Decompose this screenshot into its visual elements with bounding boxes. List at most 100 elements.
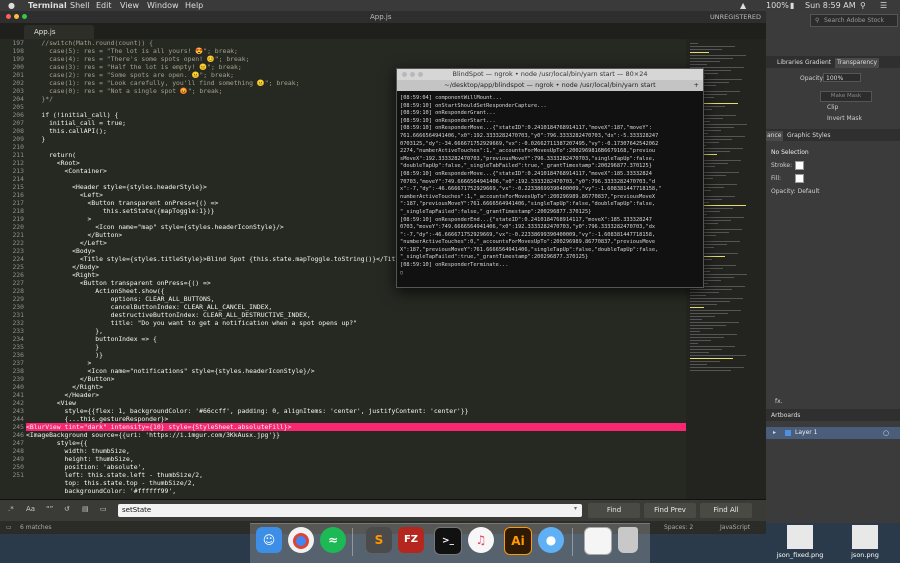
code-line[interactable]: style={{flex: 1, backgroundColor: '#66cc… bbox=[26, 407, 686, 415]
minimap-line bbox=[690, 370, 731, 371]
code-line[interactable]: destructiveButtonIndex: CLEAR_ALL_DESTRU… bbox=[26, 311, 686, 319]
code-line[interactable]: <Icon name="notifications" style={styles… bbox=[26, 367, 686, 375]
terminal-icon[interactable]: >_ bbox=[434, 527, 462, 555]
desktop-file[interactable]: json.png bbox=[835, 525, 895, 559]
code-line[interactable]: position: 'absolute', bbox=[26, 463, 686, 471]
code-line[interactable]: style={{ bbox=[26, 439, 686, 447]
sublime-icon[interactable]: S bbox=[366, 527, 392, 553]
code-line[interactable]: } bbox=[26, 343, 686, 351]
code-line[interactable]: case(4): res = "There's some spots open!… bbox=[26, 55, 686, 63]
menu-item-window[interactable]: Window bbox=[147, 0, 179, 11]
code-line[interactable]: width: thumbSize, bbox=[26, 447, 686, 455]
fx-button[interactable]: fx. bbox=[775, 397, 783, 406]
battery-icon[interactable]: ▮ bbox=[790, 0, 794, 11]
menu-item-terminal[interactable]: Terminal bbox=[28, 0, 67, 11]
tab-graphic-styles[interactable]: Graphic Styles bbox=[787, 131, 830, 141]
close-icon[interactable] bbox=[6, 14, 11, 19]
find-input[interactable]: setState bbox=[118, 504, 582, 517]
clip-checkbox[interactable]: Clip bbox=[827, 103, 838, 112]
indentation-setting[interactable]: Spaces: 2 bbox=[664, 521, 693, 534]
tab-appearance[interactable]: ance bbox=[765, 131, 784, 141]
minimap-line bbox=[690, 307, 704, 308]
spotlight-icon[interactable]: ⚲ bbox=[860, 0, 866, 11]
syntax-setting[interactable]: JavaScript bbox=[720, 521, 750, 534]
stroke-swatch[interactable] bbox=[795, 161, 804, 170]
layer-target-icon[interactable]: ○ bbox=[883, 427, 889, 439]
code-line[interactable]: )} bbox=[26, 351, 686, 359]
layer-row[interactable]: ▸ Layer 1 ○ bbox=[765, 427, 900, 439]
code-line[interactable]: <BlurView tint="dark" intensity={10} sty… bbox=[26, 423, 686, 431]
terminal-window[interactable]: BlindSpot — ngrok • node /usr/local/bin/… bbox=[396, 68, 704, 288]
tab-libraries[interactable]: Libraries bbox=[777, 58, 803, 68]
battery-percent[interactable]: 100% bbox=[766, 0, 789, 11]
invert-mask-checkbox[interactable]: Invert Mask bbox=[827, 114, 862, 123]
terminal-tab[interactable]: ~/desktop/app/blindspot — ngrok • node /… bbox=[397, 80, 703, 91]
code-line[interactable]: case(5): res = "The lot is all yours! 😍"… bbox=[26, 47, 686, 55]
make-mask-button[interactable]: Make Mask bbox=[820, 91, 872, 102]
menu-item-view[interactable]: View bbox=[120, 0, 139, 11]
notification-center-icon[interactable]: ☰ bbox=[880, 0, 887, 11]
filezilla-icon[interactable]: FZ bbox=[398, 527, 424, 553]
code-line[interactable]: > bbox=[26, 359, 686, 367]
chrome-icon[interactable] bbox=[288, 527, 314, 553]
code-line[interactable]: </Right> bbox=[26, 383, 686, 391]
opacity-field[interactable]: 100% bbox=[823, 73, 861, 82]
finder-icon[interactable]: ☺ bbox=[256, 527, 282, 553]
terminal-output[interactable]: [08:59:04] componentWillMount... [08:59:1… bbox=[400, 95, 700, 285]
desktop-file[interactable]: json_fixed.png bbox=[770, 525, 830, 559]
code-line[interactable]: title: "Do you want to get a notificatio… bbox=[26, 319, 686, 327]
chevron-down-icon[interactable]: ▾ bbox=[574, 505, 577, 512]
minimize-icon[interactable] bbox=[14, 14, 19, 19]
code-line[interactable]: backgroundColor: '#ffffff99', bbox=[26, 487, 686, 495]
code-line[interactable]: height: thumbSize, bbox=[26, 455, 686, 463]
trash-icon[interactable] bbox=[618, 527, 638, 553]
code-line[interactable]: </Button> bbox=[26, 375, 686, 383]
menu-item-help[interactable]: Help bbox=[185, 0, 203, 11]
whole-word-toggle-icon[interactable]: “” bbox=[46, 505, 53, 513]
code-line[interactable]: <View bbox=[26, 399, 686, 407]
code-line[interactable]: cancelButtonIndex: CLEAR_ALL_CANCEL_INDE… bbox=[26, 303, 686, 311]
code-line[interactable]: left: this.state.left - thumbSize/2, bbox=[26, 471, 686, 479]
code-line[interactable]: {...this.gestureResponder}> bbox=[26, 415, 686, 423]
itunes-icon[interactable]: ♫ bbox=[468, 527, 494, 553]
fill-swatch[interactable] bbox=[795, 174, 804, 183]
code-line[interactable]: buttonIndex => { bbox=[26, 335, 686, 343]
tab-transparency[interactable]: Transparency bbox=[835, 58, 880, 68]
chevron-right-icon[interactable]: ▸ bbox=[773, 427, 776, 439]
code-line[interactable]: <ImageBackground source={{uri: 'https://… bbox=[26, 431, 686, 439]
regex-toggle-icon[interactable]: .* bbox=[8, 505, 14, 513]
in-selection-toggle-icon[interactable]: ▤ bbox=[82, 505, 89, 513]
tab-artboards[interactable]: Artboards bbox=[771, 411, 800, 421]
highlight-toggle-icon[interactable]: ▭ bbox=[100, 505, 107, 513]
code-line[interactable]: //switch(Math.round(count)) { bbox=[26, 39, 686, 47]
code-line[interactable]: </Header> bbox=[26, 391, 686, 399]
minimize-icon[interactable] bbox=[410, 72, 415, 77]
menu-clock[interactable]: Sun 8:59 AM bbox=[805, 0, 856, 11]
adobe-stock-search[interactable]: ⚲ Search Adobe Stock bbox=[810, 14, 898, 27]
wrap-toggle-icon[interactable]: ↺ bbox=[64, 505, 70, 513]
preview-icon[interactable] bbox=[584, 527, 612, 555]
close-icon[interactable] bbox=[402, 72, 407, 77]
spotify-icon[interactable]: ≈ bbox=[320, 527, 346, 553]
zoom-icon[interactable] bbox=[418, 72, 423, 77]
line-number: 243 bbox=[12, 407, 24, 415]
zoom-icon[interactable] bbox=[22, 14, 27, 19]
code-line[interactable]: top: this.state.top - thumbSize/2, bbox=[26, 479, 686, 487]
new-tab-icon[interactable]: + bbox=[694, 80, 699, 91]
code-line[interactable]: ActionSheet.show({ bbox=[26, 287, 686, 295]
menu-item-edit[interactable]: Edit bbox=[96, 0, 112, 11]
code-line[interactable]: }, bbox=[26, 327, 686, 335]
apple-menu-icon[interactable]: ● bbox=[8, 0, 15, 11]
case-toggle-icon[interactable]: Aa bbox=[26, 505, 35, 513]
wifi-icon[interactable]: ▲ bbox=[740, 0, 746, 11]
menu-item-shell[interactable]: Shell bbox=[70, 0, 90, 11]
tab-app-js[interactable]: App.js bbox=[24, 25, 94, 39]
code-line[interactable]: options: CLEAR_ALL_BUTTONS, bbox=[26, 295, 686, 303]
find-prev-button[interactable]: Find Prev bbox=[644, 503, 696, 518]
terminal-line: "doubleTapUp":false,"_singleTabFailed":t… bbox=[400, 163, 652, 170]
find-button[interactable]: Find bbox=[588, 503, 640, 518]
illustrator-icon[interactable]: Ai bbox=[504, 527, 532, 555]
find-all-button[interactable]: Find All bbox=[700, 503, 752, 518]
messages-icon[interactable]: ● bbox=[538, 527, 564, 553]
tab-gradient[interactable]: Gradient bbox=[805, 58, 831, 68]
